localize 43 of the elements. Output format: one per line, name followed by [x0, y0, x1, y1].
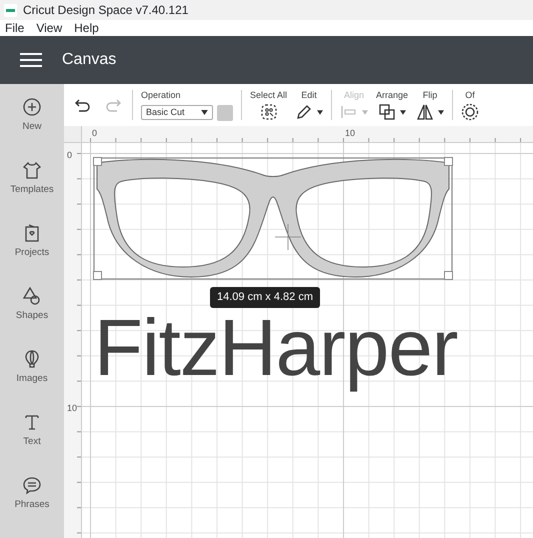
ruler-number: 10 [67, 402, 78, 415]
ruler-number: 0 [92, 127, 98, 140]
caret-icon [438, 110, 444, 115]
flip-button[interactable]: Flip [416, 88, 444, 122]
sidebar-item-label[interactable]: Images [16, 372, 48, 386]
glasses-drawing[interactable] [93, 157, 453, 280]
window-title: Cricut Design Space v7.40.121 [23, 2, 188, 19]
ruler-number: 10 [345, 127, 356, 140]
speech-bubble-icon[interactable] [22, 474, 42, 495]
caret-icon [317, 110, 324, 115]
menu-icon[interactable] [20, 52, 42, 68]
sidebar-item-label[interactable]: Shapes [16, 308, 48, 324]
menu-item[interactable]: View [36, 19, 62, 37]
plus-circle-icon[interactable] [22, 96, 42, 117]
caret-icon [362, 110, 368, 115]
caret-icon [400, 110, 406, 115]
offset-icon [461, 103, 480, 122]
dropdown-caret-icon [201, 110, 208, 116]
edit-button[interactable]: Edit [295, 88, 324, 122]
size-tooltip: 14.09 cm x 4.82 cm [210, 287, 320, 308]
undo-icon[interactable] [74, 97, 90, 113]
operation-label: Operation [141, 89, 181, 102]
shirt-icon[interactable] [22, 160, 42, 180]
menu-item[interactable]: File [5, 19, 24, 37]
pencil-icon [295, 103, 314, 122]
select-all-icon [260, 103, 278, 122]
sidebar-item-label[interactable]: New [22, 120, 42, 134]
ruler-number: 0 [67, 149, 72, 162]
operation-dropdown[interactable]: Basic Cut [141, 105, 213, 120]
shapes-icon[interactable] [22, 286, 42, 306]
sidebar-item-label[interactable]: Projects [14, 246, 50, 260]
app-logo-icon [4, 4, 17, 16]
color-swatch[interactable] [217, 104, 233, 121]
flip-icon [416, 103, 434, 122]
sidebar-item-label[interactable]: Phrases [14, 498, 50, 512]
arrange-icon [378, 103, 396, 122]
sidebar-item-label[interactable]: Templates [10, 182, 54, 198]
select-all-button[interactable]: Select All [250, 88, 288, 122]
offset-button[interactable]: Of [461, 88, 480, 122]
arrange-button[interactable]: Arrange [376, 88, 408, 122]
menu-item[interactable]: Help [74, 19, 99, 37]
header-title: Canvas [62, 50, 116, 70]
sidebar-item-label[interactable]: Text [23, 434, 41, 450]
